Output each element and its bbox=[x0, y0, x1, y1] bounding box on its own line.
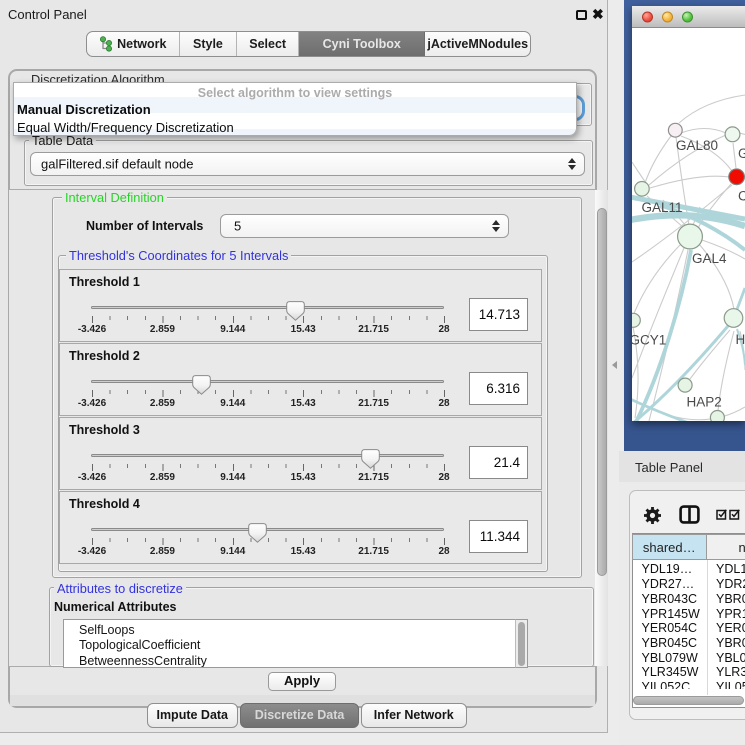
svg-text:HAP2: HAP2 bbox=[687, 395, 722, 410]
svg-text:GAL4: GAL4 bbox=[692, 251, 727, 266]
svg-text:GCY1: GCY1 bbox=[632, 333, 666, 348]
svg-text:GAL11: GAL11 bbox=[642, 200, 683, 215]
svg-text:H: H bbox=[736, 332, 745, 347]
svg-text:C: C bbox=[738, 189, 745, 204]
svg-text:GAL80: GAL80 bbox=[676, 138, 718, 153]
svg-text:G.: G. bbox=[738, 146, 745, 161]
